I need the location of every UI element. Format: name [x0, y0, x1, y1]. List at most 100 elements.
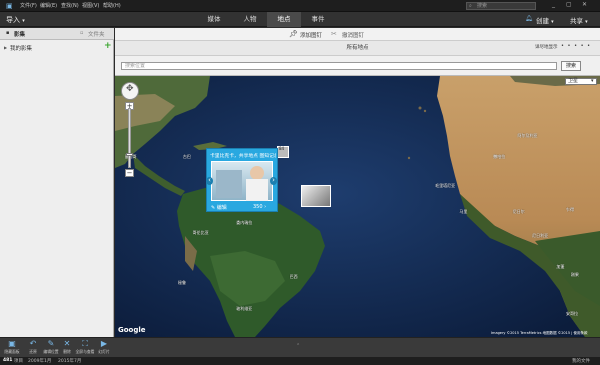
zoom-slider-handle[interactable]	[126, 153, 133, 156]
photo-background	[216, 170, 242, 198]
map-place-label: 阿尔及利亚	[517, 133, 538, 139]
map-place-label: 尼日尔	[512, 209, 525, 215]
location-edit-icon: ✎	[47, 339, 55, 348]
photo-count-badge: 84	[279, 146, 285, 151]
left-panel-tabs: ▪ 影集 ▫ 文件夹	[0, 28, 114, 40]
map-type-select[interactable]: 卫星 ▾	[565, 78, 597, 85]
menu-edit[interactable]: 编辑(E)	[40, 2, 57, 9]
tab-media[interactable]: 媒体	[195, 12, 233, 27]
remove-pin-button[interactable]: 撤消图钉	[342, 31, 364, 39]
my-albums-label[interactable]: 我的影集	[10, 44, 32, 52]
popup-prev-button[interactable]: ‹	[206, 177, 213, 185]
panel-toggle-handle[interactable]: ⌃	[296, 343, 300, 349]
chevron-down-icon: ▾	[585, 19, 588, 25]
unpin-icon: ✂	[331, 30, 337, 38]
move-arrows-icon: ✥	[126, 84, 134, 94]
left-panel: ▪ 影集 ▫ 文件夹 ▶ 我的影集 +	[0, 28, 114, 337]
share-button[interactable]: 共享 ▾	[570, 15, 588, 25]
import-button[interactable]: 导入 ▾	[6, 15, 25, 25]
places-toolbar: 📌︎ 添加图钉 ✂ 撤消图钉	[115, 28, 600, 41]
chevron-right-icon[interactable]: ▶	[4, 45, 7, 50]
location-search-input[interactable]: 搜索位置	[121, 62, 557, 70]
map-place-label: 古巴	[182, 154, 191, 160]
map-place-label: 安哥拉	[566, 310, 579, 316]
menu-help[interactable]: 帮助(H)	[103, 2, 121, 9]
chevron-right-icon[interactable]: ›	[264, 204, 266, 210]
hide-panel-button[interactable]: ▣ 隐藏面板	[1, 339, 23, 357]
detail-slider[interactable]: • • • • •	[561, 43, 591, 49]
popup-photo[interactable]	[211, 161, 273, 201]
minimize-button[interactable]: _	[552, 1, 555, 8]
map-place-label: 毛里塔尼亚	[435, 183, 456, 188]
map-place-label: 玻利维亚	[236, 305, 253, 311]
status-bar: 481 项目 2009年1月 2015年7月 我的文件	[0, 357, 600, 365]
location-search-button[interactable]: 搜索	[561, 61, 581, 71]
menu-view[interactable]: 视图(V)	[82, 2, 99, 9]
map-place-label: 刚果	[570, 271, 579, 277]
app-logo-icon: ▣	[6, 2, 13, 10]
albums-icon: ▪	[6, 30, 10, 36]
create-button[interactable]: 创建 ▾	[536, 15, 554, 25]
chevron-down-icon: ▾	[591, 78, 594, 84]
undo-icon: ↶	[29, 339, 37, 348]
bottom-toolbar: ▣ 隐藏面板 ↶ 还原 ✎ 编辑位置 ✕ 删除 ⛶ 全屏与查看 ▶ 幻灯片 ⌃	[0, 337, 600, 357]
folder-icon: ▫	[80, 30, 84, 36]
tab-folders[interactable]: 文件夹	[88, 30, 105, 38]
map-place-label: 撒哈拉	[493, 154, 506, 160]
popup-title: 卡里比克卡，共享地点 图知记总	[210, 154, 276, 159]
add-album-button[interactable]: +	[104, 41, 112, 51]
date-end: 2015年7月	[58, 359, 82, 364]
photo-pin-thumbnail[interactable]	[301, 185, 331, 207]
photo-popup[interactable]: 卡里比克卡，共享地点 图知记总 ‹ › ✎ 编辑 350 ›	[206, 148, 278, 212]
search-icon: ⌕	[469, 3, 472, 9]
satellite-map	[115, 76, 600, 337]
pencil-icon: ✎	[211, 205, 216, 211]
map-place-label: 委内瑞拉	[236, 219, 253, 225]
display-detail-label: 详尽地显示	[535, 45, 558, 50]
my-files-label[interactable]: 我的文件	[572, 358, 590, 364]
tab-places[interactable]: 地点	[267, 12, 301, 27]
menu-find[interactable]: 查找(N)	[61, 2, 79, 9]
photo-body	[246, 179, 268, 201]
tab-albums[interactable]: 影集	[14, 30, 25, 38]
photo-pin-thumbnail[interactable]: 84	[277, 146, 289, 158]
nav-bar: 导入 ▾ 媒体 人物 地点 事件 🔔︎ 创建 ▾ 共享 ▾	[0, 12, 600, 27]
location-search-row: 搜索位置 搜索	[115, 56, 600, 76]
item-count: 481	[3, 358, 13, 363]
title-bar: ▣ 文件(F) 编辑(E) 查找(N) 视图(V) 帮助(H) ⌕ 搜索 _ ▢…	[0, 0, 600, 12]
chevron-down-icon: ▾	[551, 19, 554, 25]
tab-events[interactable]: 事件	[301, 12, 335, 27]
play-icon: ▶	[100, 339, 108, 348]
map-place-label: 马里	[459, 209, 468, 215]
maximize-button[interactable]: ▢	[566, 1, 572, 8]
map-place-label: 巴西	[289, 274, 298, 280]
map-view[interactable]: 撒哈拉 马里 尼日尔 阿尔及利亚 毛里塔尼亚 乍得 尼日利亚 加蓬 刚果 安哥拉 委内瑞拉 哥伦比亚秘…	[115, 76, 600, 337]
map-place-label: 加蓬	[556, 263, 565, 269]
chevron-down-icon: ▾	[22, 18, 25, 24]
tab-people[interactable]: 人物	[233, 12, 267, 27]
google-logo: Google	[118, 326, 146, 334]
zoom-out-button[interactable]: −	[125, 169, 134, 177]
map-place-label: 哥伦比亚	[192, 229, 209, 235]
map-credit[interactable]: Imagery ©2015 TerraMetrics 地图数据 ©2015 | …	[491, 331, 588, 336]
item-count-label: 项目	[14, 359, 23, 364]
map-place-label: 乍得	[566, 206, 575, 212]
search-input[interactable]: ⌕ 搜索	[466, 2, 536, 10]
close-button[interactable]: ✕	[582, 1, 587, 8]
menu-file[interactable]: 文件(F)	[20, 2, 37, 9]
popup-next-button[interactable]: ›	[270, 177, 277, 185]
pin-icon: 📌︎	[289, 30, 298, 38]
map-place-label: 尼日利亚	[532, 232, 549, 238]
zoom-slider-track[interactable]	[126, 108, 133, 168]
delete-icon: ✕	[63, 339, 71, 348]
fullscreen-icon: ⛶	[82, 339, 88, 348]
map-pan-control[interactable]: ✥	[121, 82, 139, 100]
photo-face	[250, 166, 264, 180]
page-title: 所有地点	[346, 45, 369, 51]
add-pin-button[interactable]: 添加图钉	[300, 31, 322, 39]
places-header: 所有地点 详尽地显示 • • • • •	[115, 41, 600, 56]
slideshow-button[interactable]: ▶ 幻灯片	[93, 339, 115, 357]
panel-icon: ▣	[8, 339, 16, 348]
bell-icon[interactable]: 🔔︎	[525, 15, 533, 22]
popup-edit-button[interactable]: ✎ 编辑	[211, 204, 227, 211]
